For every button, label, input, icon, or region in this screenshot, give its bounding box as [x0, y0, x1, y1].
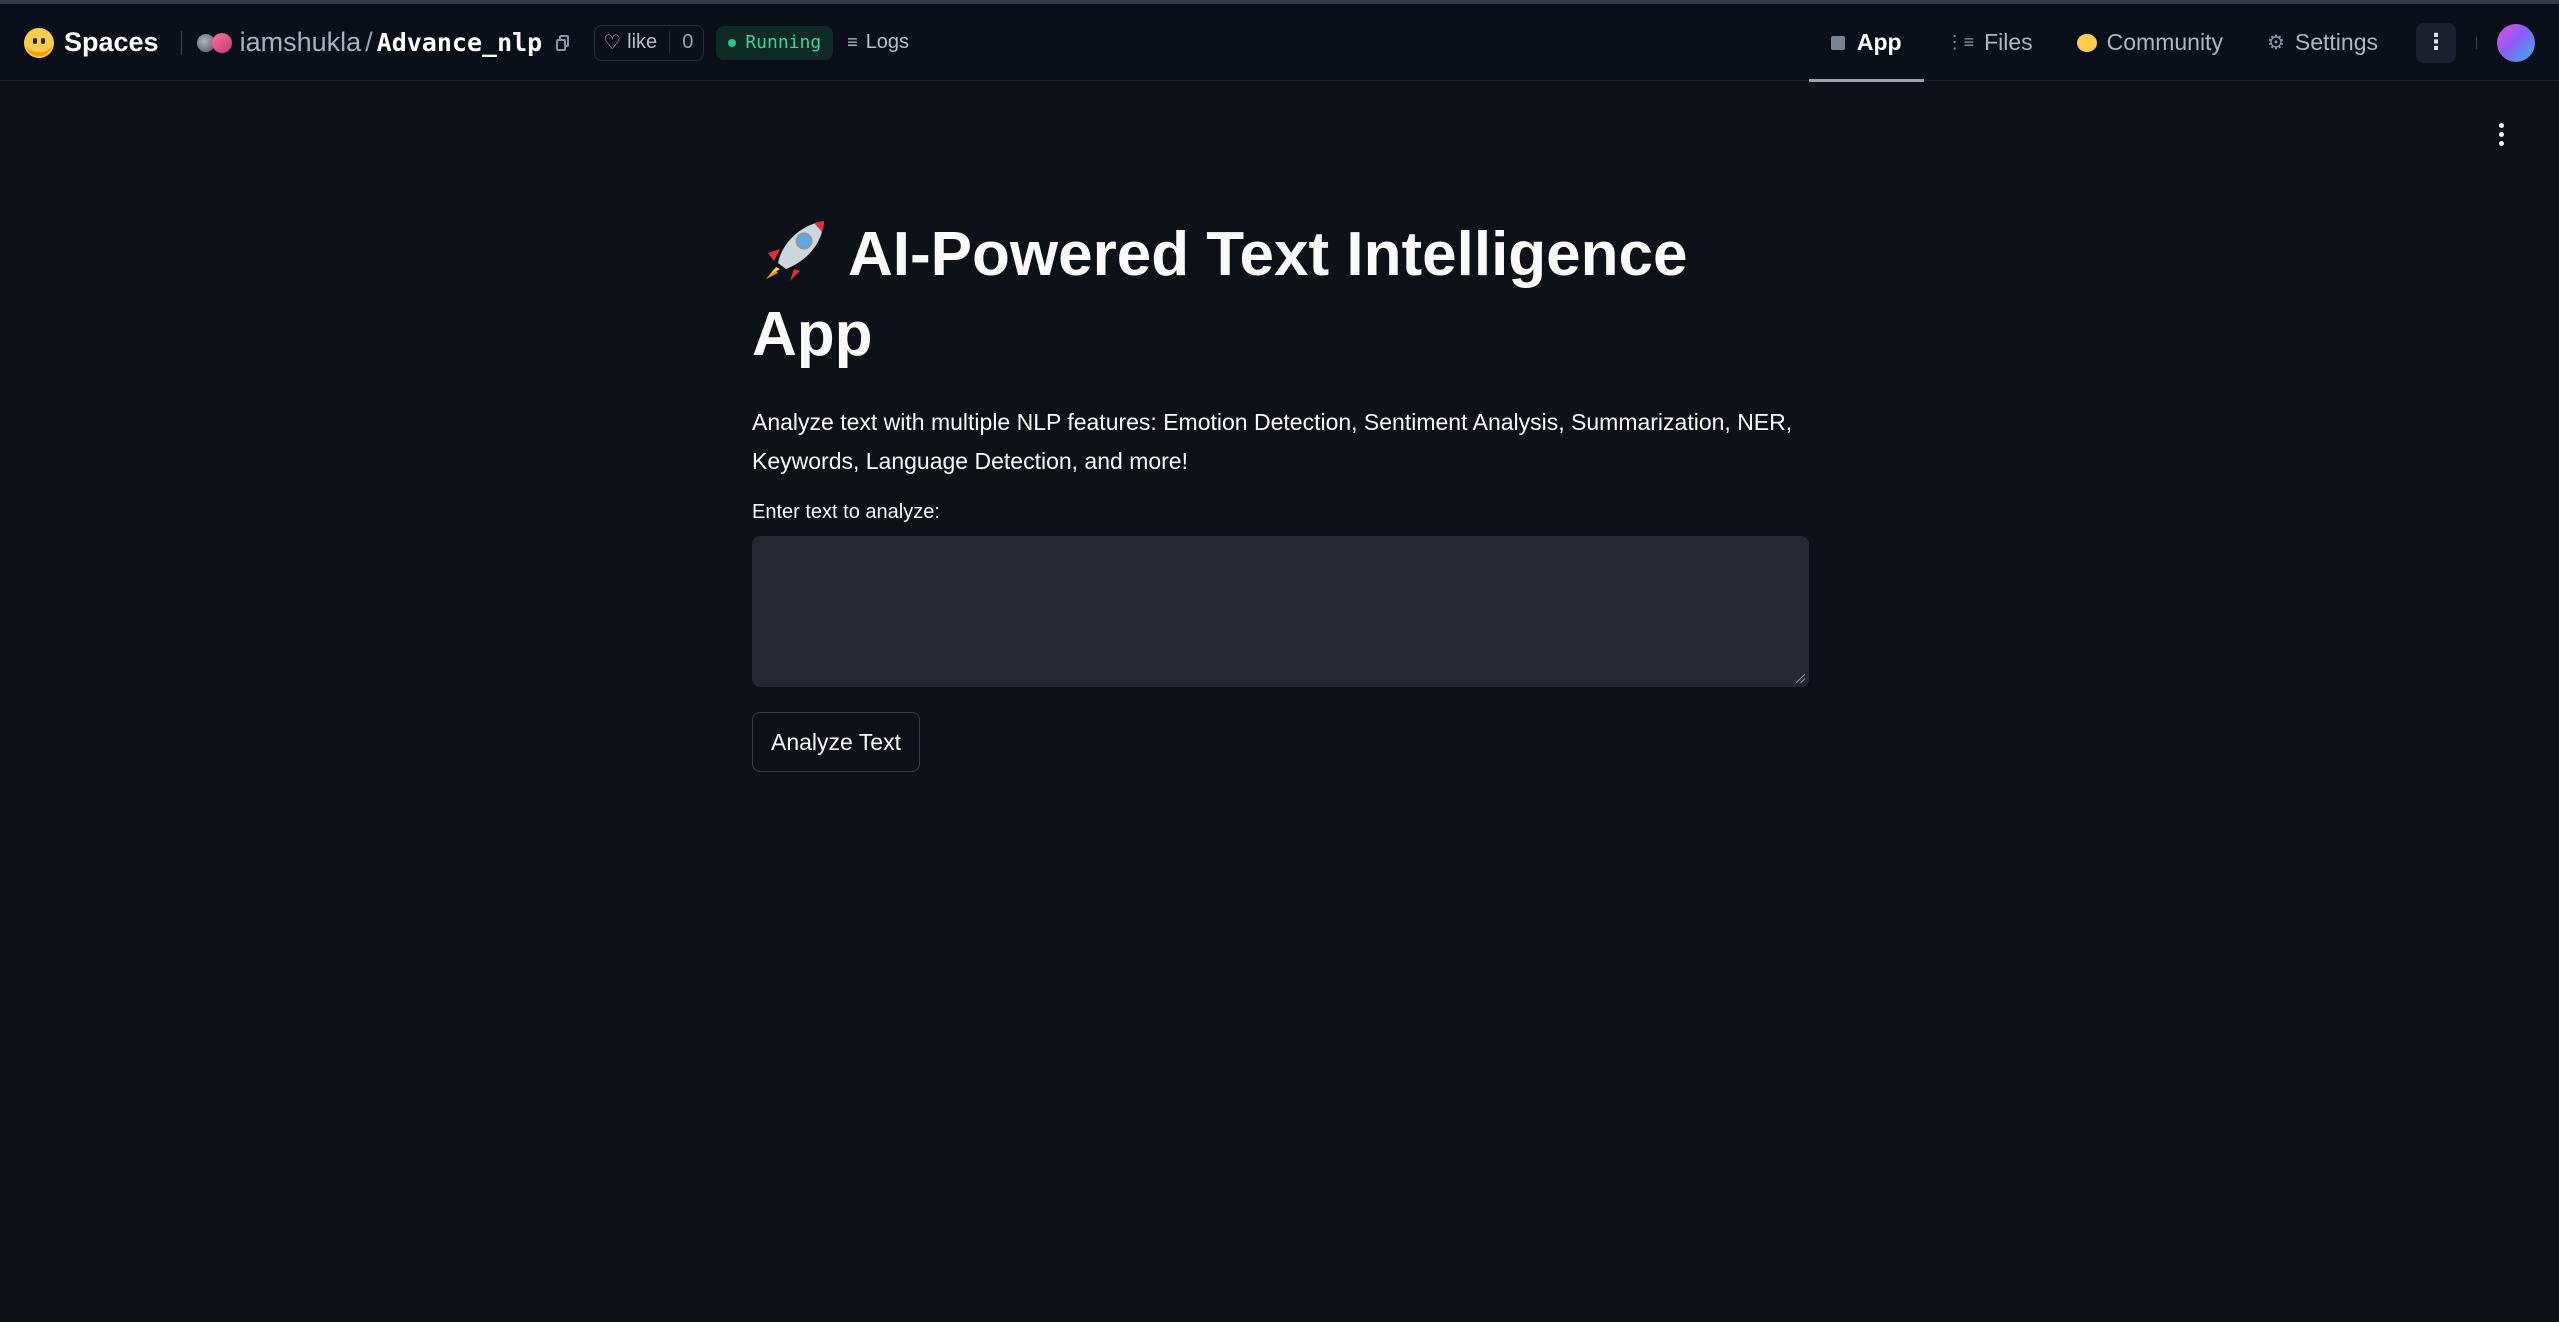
cube-icon [1830, 35, 1845, 50]
tab-community[interactable]: Community [2055, 4, 2245, 81]
more-options-button[interactable]: ⋮ [2416, 22, 2456, 63]
logs-button[interactable]: ≡ Logs [847, 31, 909, 54]
app-description: Analyze text with multiple NLP features:… [752, 409, 1793, 474]
heart-icon: ♡ [603, 32, 622, 54]
tab-files-label: Files [1984, 29, 2033, 55]
app-menu-kebab-icon[interactable] [2494, 116, 2508, 152]
repo-name-link[interactable]: Advance_nlp [377, 28, 543, 57]
rocket-icon [766, 221, 824, 281]
divider [2476, 36, 2477, 49]
analyze-text-button[interactable]: Analyze Text [752, 712, 920, 772]
tab-app-label: App [1856, 29, 1902, 55]
like-button[interactable]: ♡ like 0 [594, 24, 705, 61]
top-navbar: Spaces iamshukla / Advance_nlp ♡ like 0 … [0, 4, 2559, 82]
avatar [211, 32, 232, 53]
tab-files[interactable]: ⋮≡ Files [1924, 4, 2055, 81]
app-main-content: AI-Powered Text Intelligence App Analyze… [752, 215, 1810, 772]
text-input-label: Enter text to analyze: [752, 501, 940, 523]
spaces-link[interactable]: Spaces [64, 27, 159, 58]
owner-avatars [195, 32, 232, 53]
text-to-analyze-input[interactable] [752, 536, 1809, 687]
status-dot-icon [728, 38, 737, 47]
logs-label: Logs [865, 31, 910, 53]
tab-settings[interactable]: ⚙ Settings [2245, 4, 2400, 81]
user-avatar[interactable] [2497, 23, 2535, 62]
gear-icon: ⚙ [2266, 32, 2285, 54]
navbar-right: App ⋮≡ Files Community ⚙ Settings ⋮ [1808, 4, 2559, 82]
like-label: like [627, 31, 658, 53]
page-title: AI-Powered Text Intelligence App [752, 215, 1810, 375]
logs-icon: ≡ [847, 32, 858, 52]
tab-settings-label: Settings [2294, 29, 2378, 55]
status-badge: Running [716, 25, 834, 60]
tab-app[interactable]: App [1808, 4, 1924, 82]
community-icon [2076, 33, 2097, 52]
copy-icon[interactable] [556, 34, 570, 51]
files-icon: ⋮≡ [1945, 32, 1975, 52]
owner-link[interactable]: iamshukla [240, 27, 362, 58]
resize-handle-icon[interactable] [1796, 674, 1805, 683]
status-text: Running [745, 32, 822, 53]
tab-community-label: Community [2106, 29, 2223, 55]
divider [180, 30, 182, 55]
page-title-text: AI-Powered Text Intelligence App [752, 220, 1688, 369]
hugging-face-logo-icon[interactable] [24, 27, 54, 58]
navbar-left: Spaces iamshukla / Advance_nlp ♡ like 0 … [24, 4, 909, 81]
like-count[interactable]: 0 [669, 31, 693, 54]
path-separator: / [365, 27, 373, 57]
